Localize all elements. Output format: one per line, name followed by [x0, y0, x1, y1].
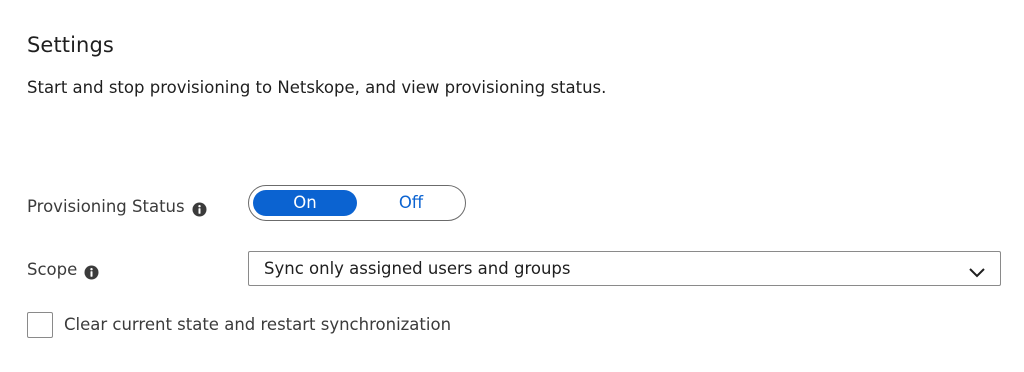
- provisioning-status-toggle[interactable]: On Off: [248, 185, 466, 221]
- scope-label: Scope: [27, 260, 78, 279]
- scope-label-group: Scope: [27, 258, 99, 282]
- chevron-down-icon: [969, 263, 985, 278]
- info-icon[interactable]: [192, 200, 207, 216]
- restart-sync-checkbox[interactable]: [27, 312, 53, 338]
- scope-dropdown[interactable]: Sync only assigned users and groups: [248, 251, 1001, 286]
- settings-panel: Settings Start and stop provisioning to …: [0, 0, 1024, 372]
- toggle-on-option[interactable]: On: [253, 190, 357, 216]
- restart-sync-label[interactable]: Clear current state and restart synchron…: [64, 313, 451, 337]
- provisioning-status-label: Provisioning Status: [27, 197, 185, 216]
- info-icon[interactable]: [84, 263, 99, 279]
- settings-description: Start and stop provisioning to Netskope,…: [27, 78, 607, 97]
- provisioning-status-label-group: Provisioning Status: [27, 195, 207, 219]
- scope-selected-value: Sync only assigned users and groups: [264, 259, 571, 278]
- toggle-off-option[interactable]: Off: [359, 190, 463, 216]
- page-title: Settings: [27, 33, 114, 57]
- restart-sync-row: Clear current state and restart synchron…: [27, 312, 451, 338]
